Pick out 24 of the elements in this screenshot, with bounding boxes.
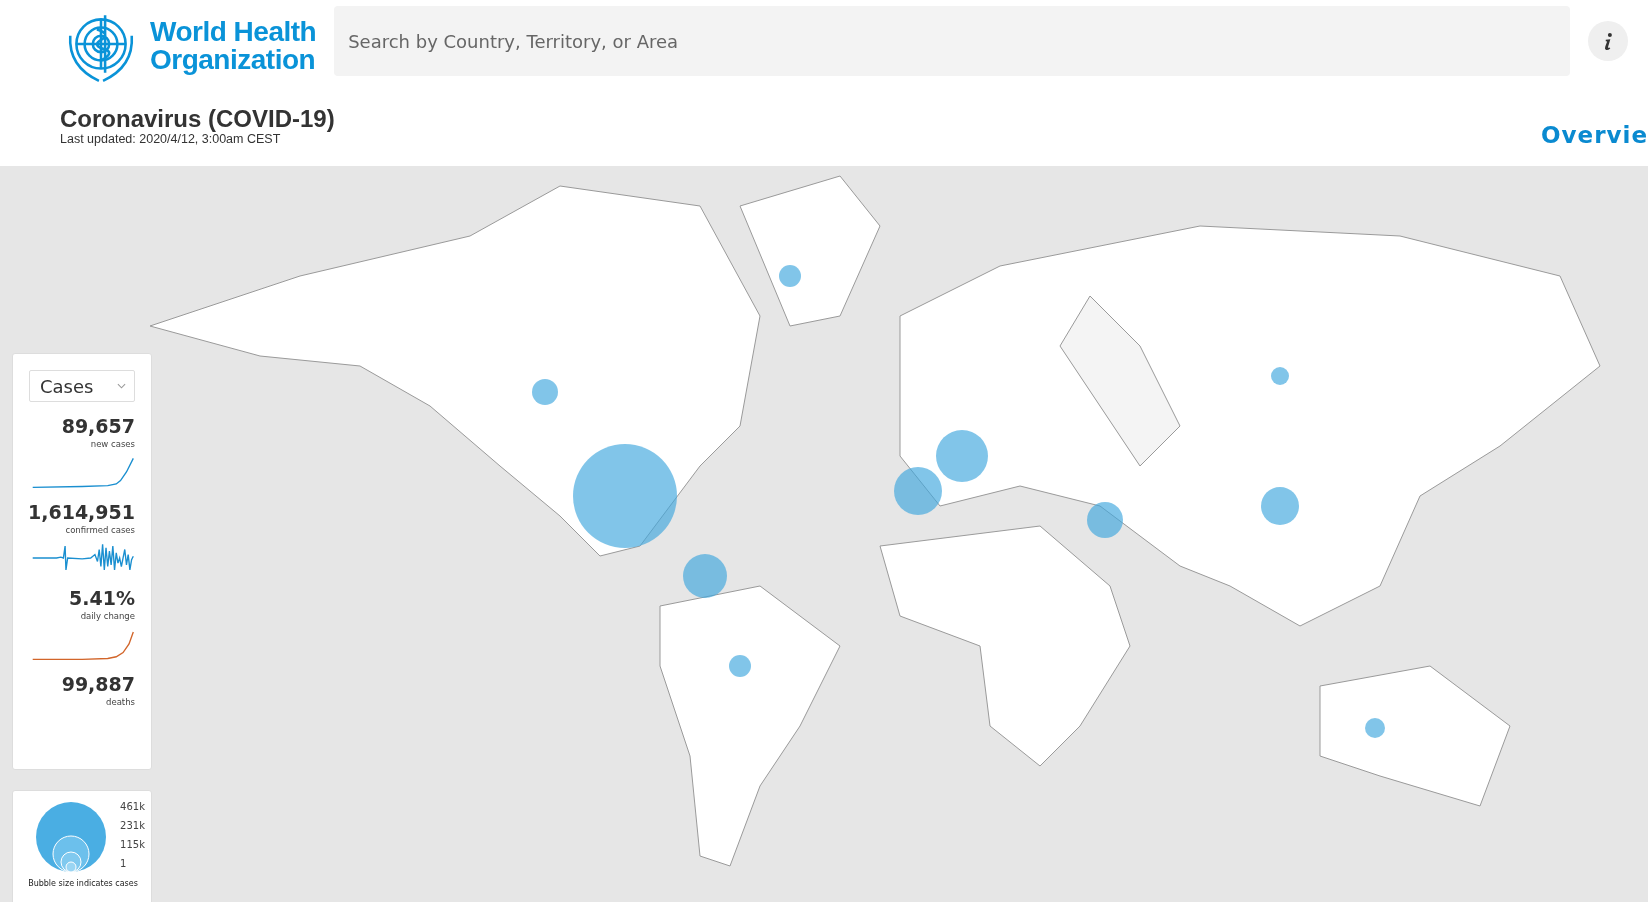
size-label: 461k [120,800,145,814]
stat-label: daily change [80,610,135,622]
stat-label: new cases [90,438,135,450]
stat-value: 5.41% [69,586,135,610]
page-title: Coronavirus (COVID-19) [60,106,335,132]
logo-text: World Health [150,18,317,46]
size-label: 1 [120,857,127,871]
legend-caption: Bubble size indicates cases [28,879,138,888]
size-label: 115k [120,838,145,852]
size-label: 231k [120,819,145,833]
overview-link[interactable]: Overvie [1541,122,1648,148]
info-icon [1602,31,1614,51]
bubble-size-icon [35,801,107,873]
chevron-icon [117,383,126,389]
search-field[interactable]: Search by Country, Territory, or Area [334,6,1570,76]
metric-dropdown[interactable]: Cases [29,370,135,402]
stat-label: deaths [106,696,135,708]
stat-value: 99,887 [61,672,135,696]
last-updated: Last updated: 2020/4/12, 3:00am CEST [60,132,282,146]
stat-value: 1,614,951 [28,500,135,524]
stat-label: confirmed cases [65,524,135,536]
stat-value: 89,657 [61,414,135,438]
info-button[interactable] [1588,21,1628,61]
logo-text: Organization [150,46,317,74]
